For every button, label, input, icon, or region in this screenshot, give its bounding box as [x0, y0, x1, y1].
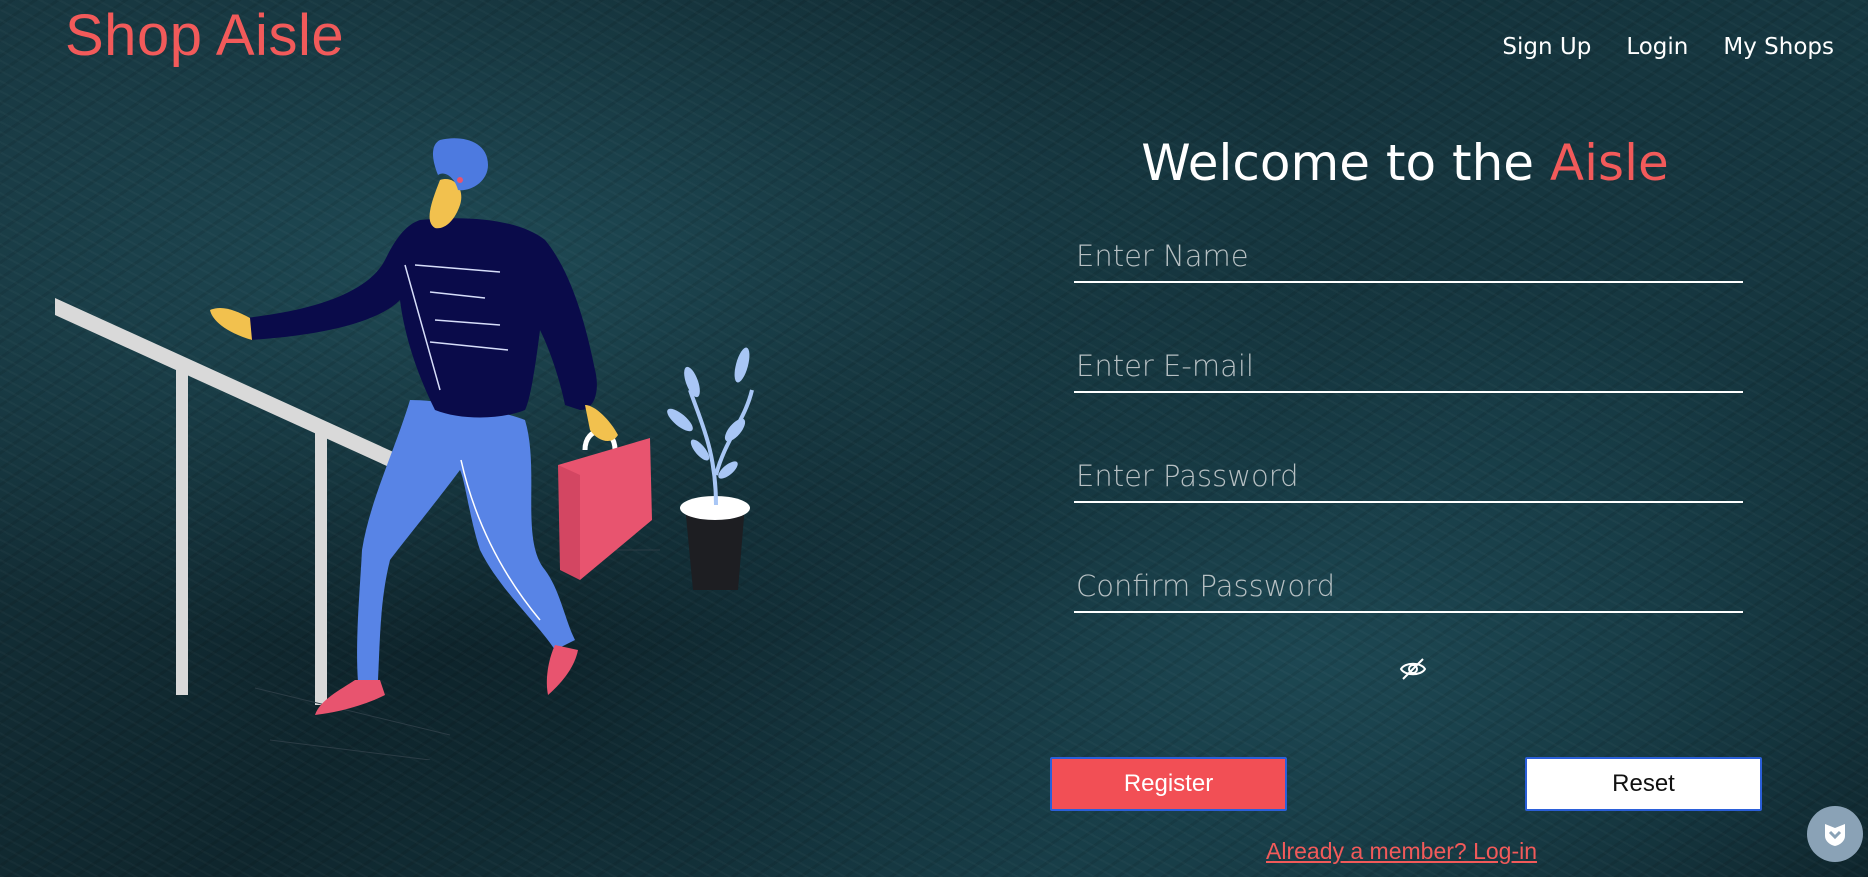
- title-prefix: Welcome to the: [1141, 133, 1550, 192]
- nav-my-shops[interactable]: My Shops: [1723, 34, 1834, 60]
- briefcase: [558, 428, 652, 580]
- plant: [667, 347, 754, 590]
- name-field[interactable]: [1074, 231, 1743, 283]
- page-title: Welcome to the Aisle: [1050, 134, 1760, 192]
- email-field[interactable]: [1074, 341, 1743, 393]
- person: [210, 138, 618, 715]
- shield-icon: [1825, 824, 1845, 846]
- top-nav: Sign Up Login My Shops: [1502, 34, 1834, 60]
- railing: [55, 298, 400, 705]
- nav-login[interactable]: Login: [1626, 34, 1688, 60]
- login-link[interactable]: Already a member? Log-in: [1266, 838, 1537, 865]
- reset-button[interactable]: Reset: [1525, 757, 1762, 811]
- confirm-password-field[interactable]: [1074, 561, 1743, 613]
- eye-slash-icon[interactable]: [1398, 657, 1428, 681]
- shield-button[interactable]: [1807, 806, 1863, 862]
- register-button[interactable]: Register: [1050, 757, 1287, 811]
- nav-signup[interactable]: Sign Up: [1502, 34, 1591, 60]
- hero-illustration: [55, 138, 754, 760]
- password-field[interactable]: [1074, 451, 1743, 503]
- title-accent: Aisle: [1549, 133, 1669, 192]
- brand-logo[interactable]: Shop Aisle: [65, 2, 344, 69]
